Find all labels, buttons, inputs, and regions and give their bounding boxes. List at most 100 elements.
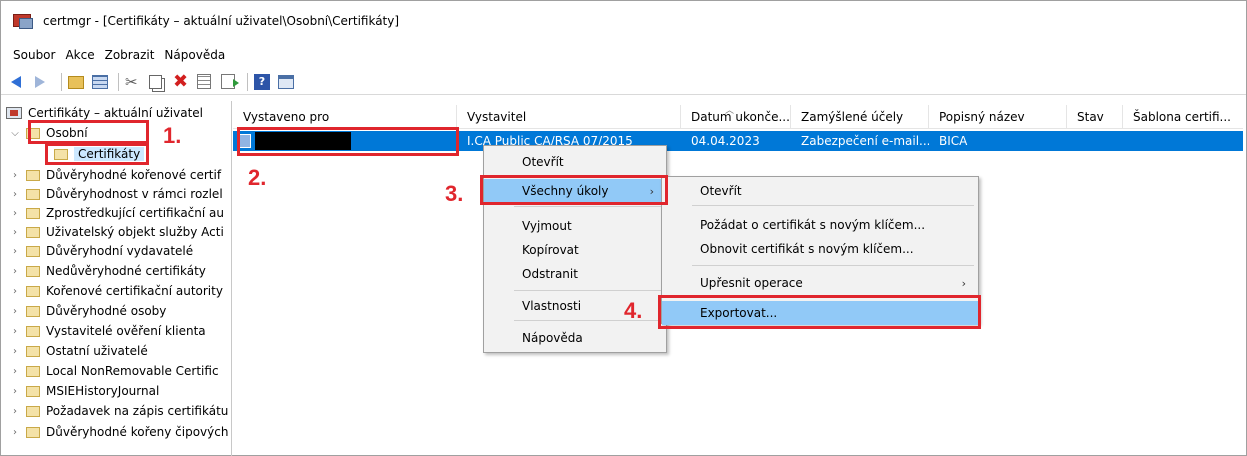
help-icon[interactable]: ? (254, 73, 272, 91)
toolbar-separator (61, 72, 62, 91)
menu-soubor[interactable]: Soubor (13, 48, 55, 62)
chevron-right-icon[interactable]: › (8, 406, 22, 417)
annotation-step-4: 4. (624, 298, 643, 323)
chevron-right-icon[interactable]: › (8, 427, 22, 438)
chevron-down-icon[interactable]: ⌵ (8, 128, 22, 139)
tree-item[interactable]: › MSIEHistoryJournal (8, 381, 159, 401)
chevron-right-icon[interactable]: › (8, 386, 22, 397)
certmgr-window: certmgr - [Certifikáty – aktuální uživat… (0, 0, 1247, 456)
certmgr-app-icon (13, 12, 35, 30)
column-header-template[interactable]: Šablona certifi... (1123, 105, 1243, 129)
tree-item[interactable]: › Zprostředkující certifikační au (8, 203, 224, 223)
folder-icon (26, 226, 40, 238)
annotation-step-1: 1. (163, 123, 182, 148)
annotation-box-osobni (28, 120, 149, 144)
menu-separator (514, 206, 664, 207)
folder-icon (26, 207, 40, 219)
folder-icon (26, 188, 40, 200)
menu-item-label: Upřesnit operace (700, 276, 803, 290)
tree-item[interactable]: › Důvěryhodní vydavatelé (8, 241, 193, 261)
chevron-right-icon[interactable]: › (8, 326, 22, 337)
annotation-box-all-tasks (480, 175, 668, 205)
folder-icon (26, 245, 40, 257)
cut-icon[interactable]: ✂ (125, 73, 143, 91)
column-header-expiry[interactable]: ︿ Datum ukonče... (681, 105, 791, 129)
tree-item[interactable]: › Požadavek na zápis certifikátu (8, 401, 228, 421)
chevron-right-icon[interactable]: › (8, 246, 22, 257)
tree-item[interactable]: › Local NonRemovable Certific (8, 361, 219, 381)
cell-friendly-name: BICA (939, 134, 968, 148)
folder-icon (26, 285, 40, 297)
menu-item-kopirovat[interactable]: Kopírovat (484, 238, 666, 262)
annotation-box-export (658, 295, 981, 329)
column-header-friendly-name[interactable]: Popisný název (929, 105, 1067, 129)
column-header-purposes[interactable]: Zamýšlené účely (791, 105, 929, 129)
tree-item-label: Ostatní uživatelé (46, 344, 148, 358)
folder-icon (26, 405, 40, 417)
cell-expiry: 04.04.2023 (691, 134, 760, 148)
menu-item-otevrit[interactable]: Otevřít (484, 150, 666, 174)
tree-item[interactable]: › Důvěryhodnost v rámci rozlel (8, 184, 223, 204)
submenu-item-request-new-key[interactable]: Požádat o certifikát s novým klíčem... (662, 213, 978, 237)
folder-icon (26, 426, 40, 438)
delete-icon[interactable]: ✖ (173, 72, 191, 91)
chevron-right-icon[interactable]: › (8, 189, 22, 200)
menu-bar: Soubor Akce Zobrazit Nápověda (1, 41, 1246, 69)
column-header-issuer[interactable]: Vystavitel (457, 105, 681, 129)
tree-item[interactable]: › Ostatní uživatelé (8, 341, 148, 361)
submenu-item-advanced-operations[interactable]: Upřesnit operace › (662, 271, 978, 295)
menu-akce[interactable]: Akce (65, 48, 94, 62)
chevron-right-icon[interactable]: › (8, 170, 22, 181)
list-header: Vystaveno pro Vystavitel ︿ Datum ukonče.… (233, 105, 1243, 129)
chevron-right-icon[interactable]: › (8, 227, 22, 238)
tree-item[interactable]: › Důvěryhodné kořenové certif (8, 165, 221, 185)
submenu-item-otevrit[interactable]: Otevřít (662, 179, 978, 203)
tree-item-label: Důvěryhodní vydavatelé (46, 244, 194, 258)
properties-icon[interactable] (197, 73, 215, 91)
chevron-right-icon: › (961, 276, 966, 290)
chevron-right-icon[interactable]: › (8, 306, 22, 317)
show-hide-tree-icon[interactable] (92, 73, 110, 91)
menu-item-napoveda[interactable]: Nápověda (484, 326, 666, 350)
chevron-right-icon[interactable]: › (8, 286, 22, 297)
forward-icon[interactable] (35, 73, 53, 91)
tree-item[interactable]: › Důvěryhodné kořeny čipových (8, 422, 228, 442)
folder-icon (26, 305, 40, 317)
tree-item-label: Vystavitelé ověření klienta (46, 324, 206, 338)
menu-zobrazit[interactable]: Zobrazit (105, 48, 155, 62)
annotation-box-certifikaty (45, 143, 149, 165)
cell-template (1123, 131, 1243, 151)
chevron-right-icon[interactable]: › (8, 366, 22, 377)
column-header-issued-to[interactable]: Vystaveno pro (233, 105, 457, 129)
tree-item-label: Local NonRemovable Certific (46, 364, 219, 378)
tree-item-label: Zprostředkující certifikační au (46, 206, 224, 220)
annotation-step-3: 3. (445, 181, 464, 206)
submenu-item-renew-new-key[interactable]: Obnovit certifikát s novým klíčem... (662, 237, 978, 261)
tree-item[interactable]: › Uživatelský objekt služby Acti (8, 222, 224, 242)
export-list-icon[interactable] (221, 73, 239, 91)
tree-item[interactable]: › Nedůvěryhodné certifikáty (8, 261, 206, 281)
back-icon[interactable] (11, 73, 29, 91)
tree-item[interactable]: › Důvěryhodné osoby (8, 301, 166, 321)
column-header-status[interactable]: Stav (1067, 105, 1123, 129)
folder-icon (26, 385, 40, 397)
menu-item-vyjmout[interactable]: Vyjmout (484, 214, 666, 238)
up-folder-icon[interactable] (68, 73, 86, 91)
certificates-root-icon (6, 107, 22, 119)
tree-item[interactable]: › Kořenové certifikační autority (8, 281, 223, 301)
menu-separator (514, 290, 664, 291)
title-bar: certmgr - [Certifikáty – aktuální uživat… (1, 1, 1246, 41)
folder-icon (26, 265, 40, 277)
menu-item-odstranit[interactable]: Odstranit (484, 262, 666, 286)
chevron-right-icon[interactable]: › (8, 346, 22, 357)
toolbar-separator (247, 72, 248, 91)
console-window-icon[interactable] (278, 73, 296, 91)
folder-icon (26, 365, 40, 377)
chevron-right-icon[interactable]: › (8, 266, 22, 277)
cell-status (1067, 131, 1123, 151)
tree-item-label: Požadavek na zápis certifikátu (46, 404, 229, 418)
chevron-right-icon[interactable]: › (8, 208, 22, 219)
menu-napoveda[interactable]: Nápověda (164, 48, 225, 62)
copy-icon[interactable] (149, 73, 167, 91)
tree-item[interactable]: › Vystavitelé ověření klienta (8, 321, 206, 341)
